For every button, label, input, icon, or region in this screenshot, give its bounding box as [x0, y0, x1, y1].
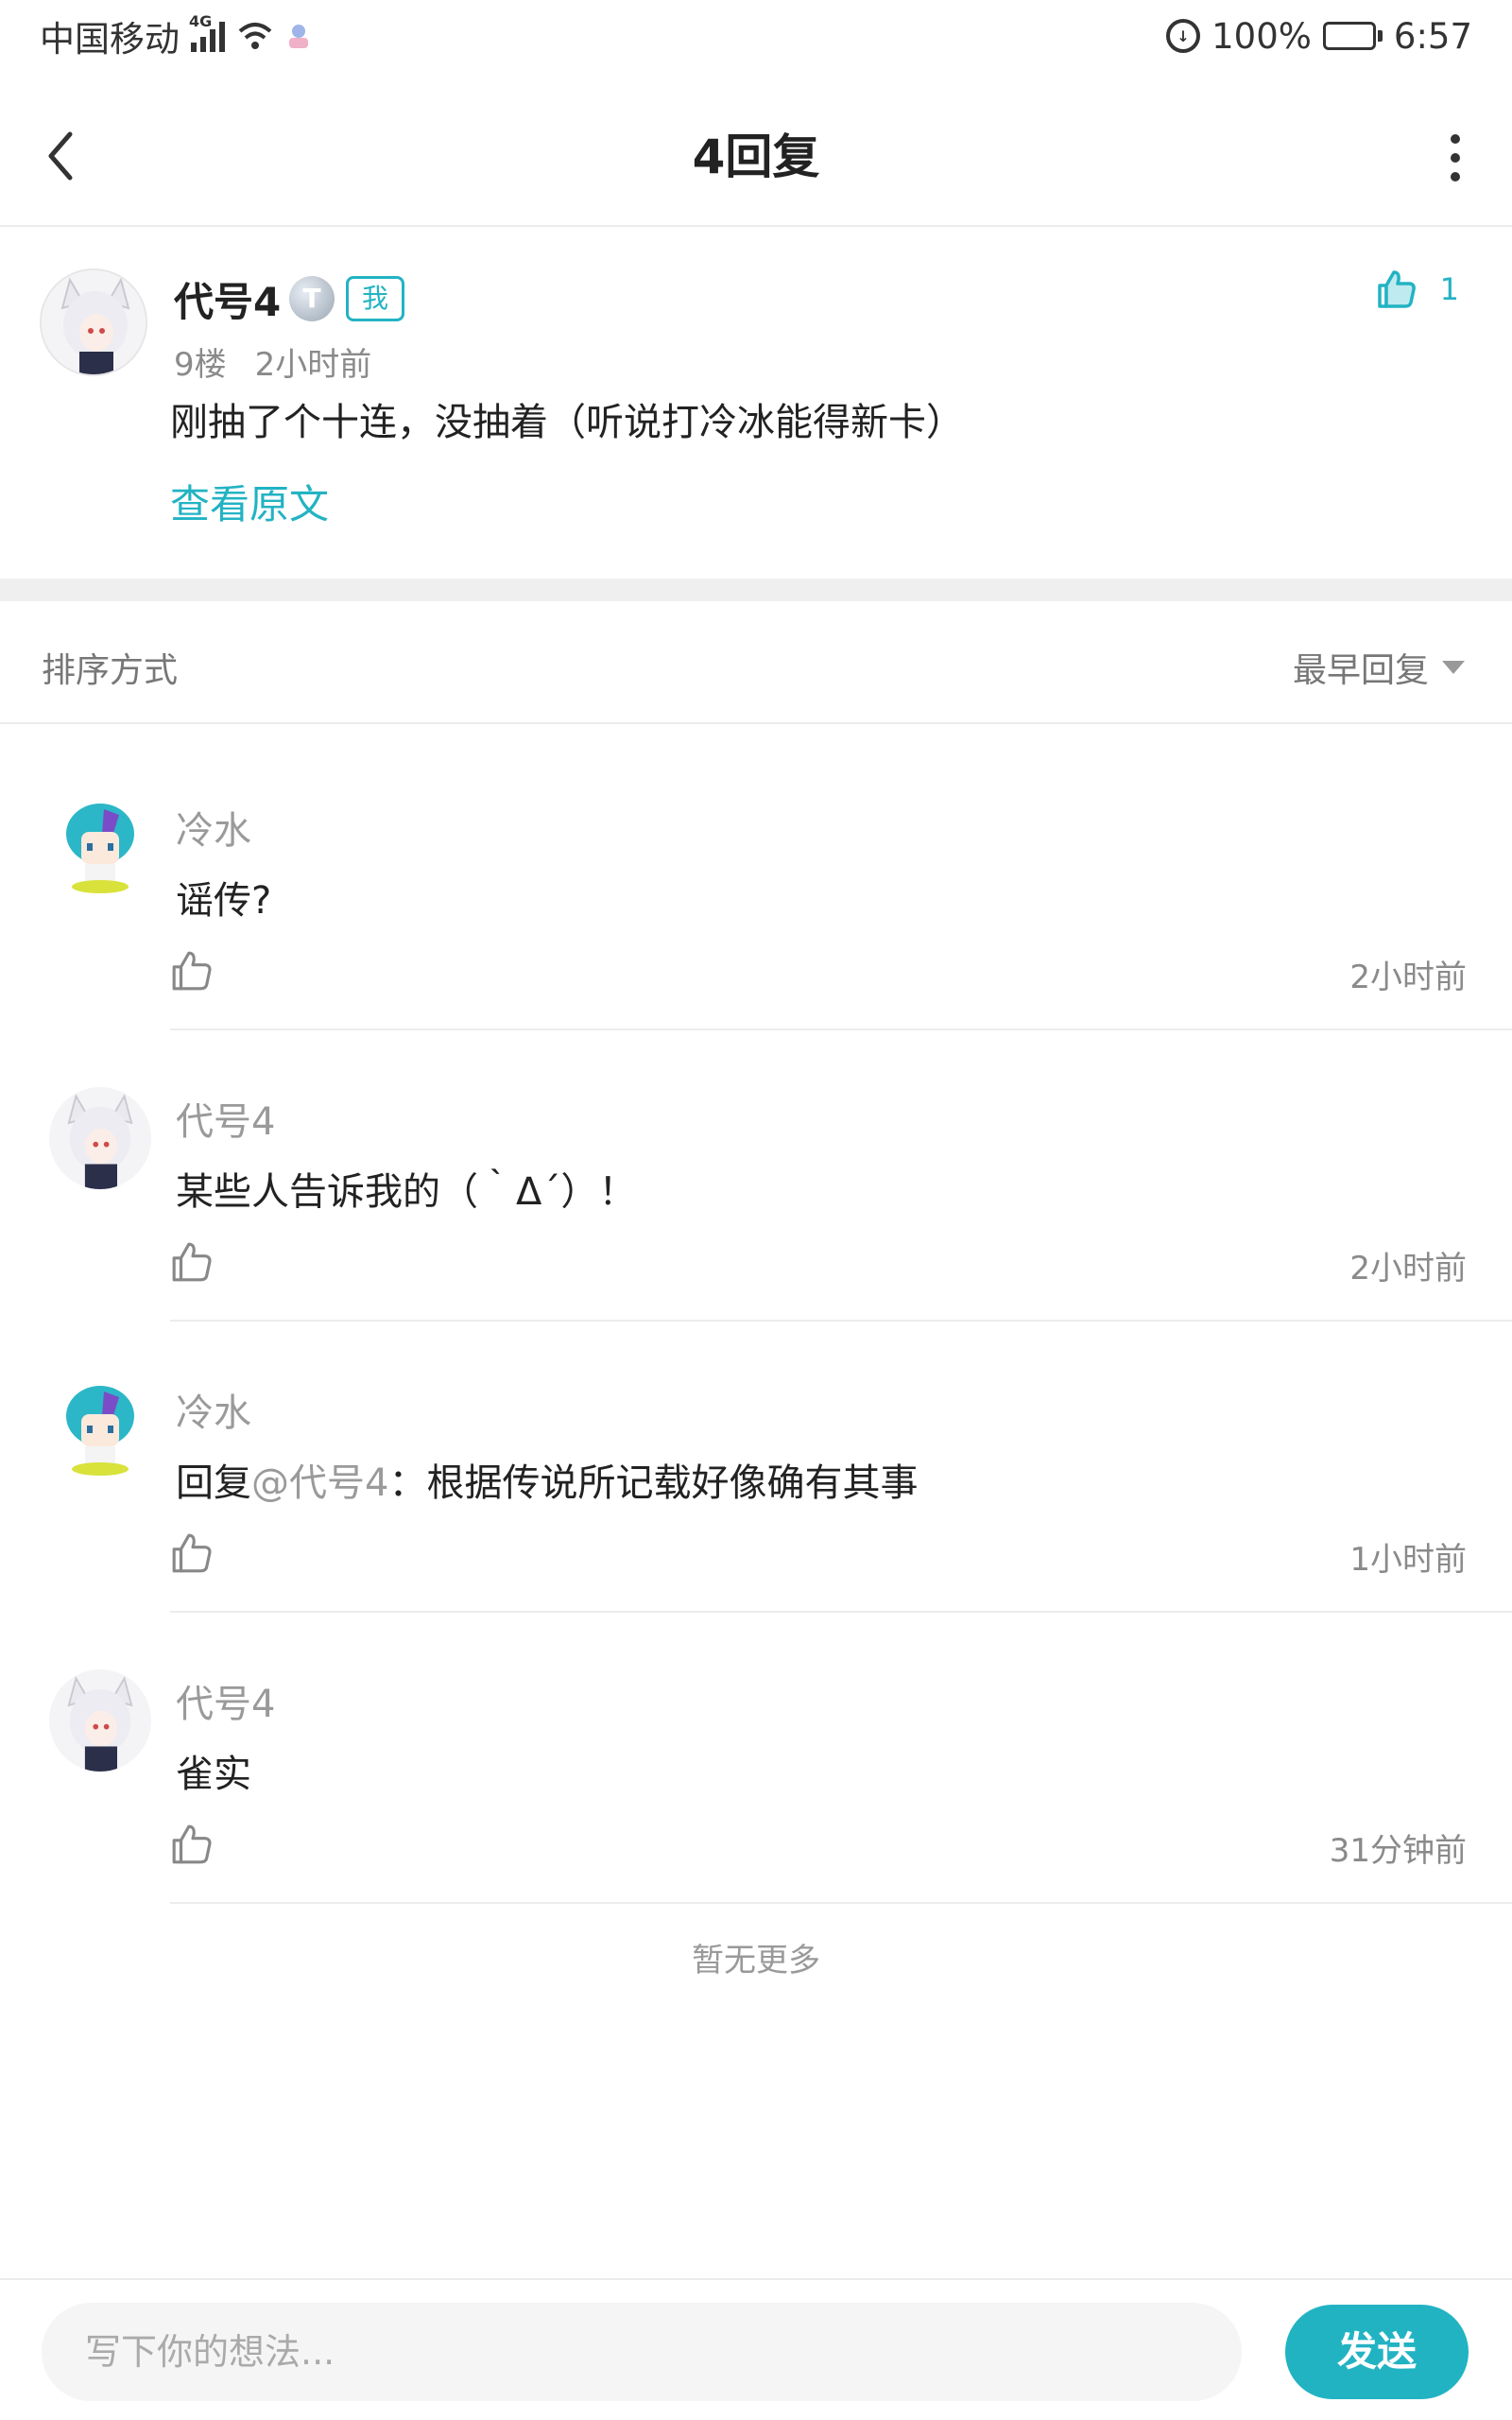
dropdown-arrow-icon — [1442, 661, 1465, 674]
view-original-link[interactable]: 查看原文 — [170, 473, 329, 530]
reply-avatar[interactable] — [49, 1087, 151, 1189]
reply-time: 2小时前 — [1349, 959, 1467, 996]
reply-time: 31分钟前 — [1329, 1832, 1467, 1870]
post-content: 刚抽了个十连，没抽着（听说打冷冰能得新卡） — [170, 401, 964, 444]
app-notification-icon — [289, 25, 308, 48]
comment-input[interactable] — [42, 2303, 1242, 2401]
clock: 6:57 — [1393, 15, 1472, 57]
reply-separator — [170, 1902, 1512, 1904]
reply-body: 某些人告诉我的（｀Δ´）！ — [176, 1170, 637, 1214]
wifi-icon — [238, 23, 272, 49]
post-meta: 9楼 2小时前 — [174, 338, 371, 385]
main-post: 代号4 T 我 9楼 2小时前 刚抽了个十连，没抽着（听说打冷冰能得新卡） 查看原… — [0, 227, 1512, 579]
reply-text: 雀实 — [176, 1743, 251, 1798]
reply-body: 谣传? — [176, 879, 272, 923]
reply-item: 冷水 回复@代号4：根据传说所记载好像确有其事 1小时前 — [0, 1322, 1512, 1613]
thumbs-up-icon[interactable] — [170, 1531, 214, 1575]
section-divider — [0, 579, 1512, 601]
battery-percent: 100% — [1211, 15, 1312, 57]
reply-text: 回复@代号4：根据传说所记载好像确有其事 — [176, 1452, 918, 1507]
reply-author[interactable]: 冷水 — [176, 800, 251, 855]
reply-author[interactable]: 代号4 — [176, 1091, 275, 1146]
fox-girl-avatar-icon — [49, 1669, 151, 1772]
data-saver-icon: ↓ — [1166, 19, 1201, 53]
me-tag: 我 — [346, 276, 404, 321]
post-like-count: 1 — [1439, 271, 1459, 307]
cyan-hair-avatar-icon — [49, 796, 151, 898]
reply-body: ：根据传说所记载好像确有其事 — [388, 1461, 919, 1505]
battery-icon — [1322, 22, 1383, 50]
reply-avatar[interactable] — [49, 1378, 151, 1480]
send-button[interactable]: 发送 — [1285, 2305, 1469, 2399]
reply-author[interactable]: 冷水 — [176, 1382, 251, 1437]
thumbs-up-icon[interactable] — [170, 1240, 214, 1284]
mention-link[interactable]: @代号4 — [251, 1461, 388, 1505]
reply-time: 1小时前 — [1349, 1541, 1467, 1579]
cellular-signal-icon: 4G — [189, 12, 225, 52]
post-time: 2小时前 — [254, 346, 372, 384]
sort-bar: 排序方式 最早回复 — [0, 601, 1512, 724]
top-app-bar: 4回复 — [0, 85, 1512, 227]
sort-selected-value: 最早回复 — [1292, 651, 1429, 690]
fox-girl-avatar-icon — [42, 270, 146, 374]
post-like-button[interactable]: 1 — [1376, 268, 1459, 310]
compose-bar: 发送 — [0, 2278, 1512, 2420]
author-name[interactable]: 代号4 — [174, 270, 281, 328]
no-more-label: 暂无更多 — [692, 1942, 820, 1979]
fox-girl-avatar-icon — [49, 1087, 151, 1189]
status-right: ↓ 100% 6:57 — [1166, 16, 1472, 57]
page-title: 4回复 — [692, 130, 820, 184]
reply-text: 谣传? — [176, 870, 271, 925]
carrier-label: 中国移动 — [40, 19, 180, 60]
reply-item: 冷水 谣传? 2小时前 — [0, 739, 1512, 1030]
status-bar: 中国移动 4G ↓ 100% 6:57 — [0, 0, 1512, 72]
author-avatar[interactable] — [40, 268, 147, 376]
status-left: 中国移动 4G — [40, 10, 312, 61]
reply-avatar[interactable] — [49, 1669, 151, 1772]
thumbs-up-icon[interactable] — [170, 1823, 214, 1866]
floor-number: 9楼 — [174, 346, 227, 384]
network-type-label: 4G — [189, 12, 213, 30]
sort-label: 排序方式 — [42, 651, 179, 690]
reply-time: 2小时前 — [1349, 1250, 1467, 1288]
more-options-icon[interactable] — [1446, 125, 1465, 191]
reply-avatar[interactable] — [49, 796, 151, 898]
reply-item: 代号4 某些人告诉我的（｀Δ´）！ 2小时前 — [0, 1030, 1512, 1322]
cyan-hair-avatar-icon — [49, 1378, 151, 1480]
sort-dropdown[interactable]: 最早回复 — [1293, 643, 1465, 692]
reply-item: 代号4 雀实 31分钟前 — [0, 1613, 1512, 1904]
reply-body: 雀实 — [176, 1753, 251, 1796]
reply-prefix: 回复 — [176, 1461, 251, 1505]
thumbs-up-icon[interactable] — [170, 949, 214, 993]
thumbs-up-filled-icon — [1377, 270, 1416, 308]
level-badge-icon: T — [289, 276, 335, 321]
reply-author[interactable]: 代号4 — [176, 1673, 275, 1728]
reply-text: 某些人告诉我的（｀Δ´）！ — [176, 1161, 636, 1216]
